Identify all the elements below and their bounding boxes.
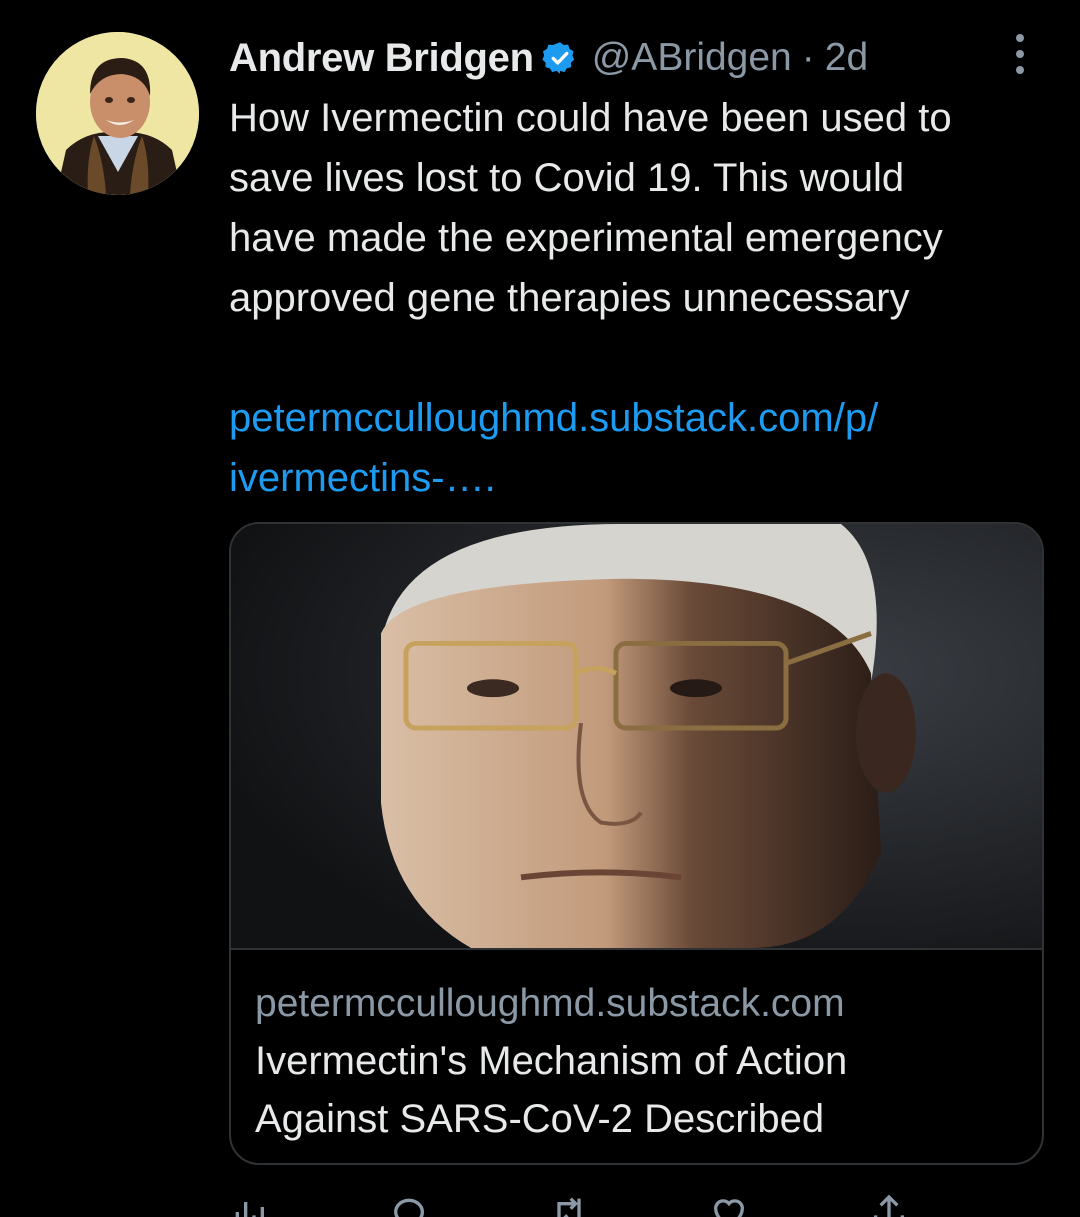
card-meta: petermcculloughmd.substack.com Ivermecti… [255, 976, 1025, 1148]
tweet-text-line: approved gene therapies unnecessary [229, 276, 910, 320]
card-portrait-image [231, 524, 1042, 948]
verified-badge-icon [542, 42, 574, 74]
reply-button[interactable] [389, 1192, 549, 1217]
card-image[interactable] [231, 524, 1042, 950]
retweet-button[interactable] [549, 1192, 709, 1217]
card-domain: petermcculloughmd.substack.com [255, 982, 845, 1025]
more-dot [1016, 34, 1024, 42]
avatar-photo [36, 32, 199, 195]
card-title-line: Against SARS-CoV-2 Described [255, 1097, 825, 1141]
share-icon [874, 1194, 904, 1217]
like-icon [714, 1199, 744, 1217]
avatar[interactable] [36, 32, 199, 195]
tweet-timestamp[interactable]: 2d [825, 36, 868, 80]
more-options-icon[interactable] [1008, 34, 1032, 74]
tweet[interactable]: Andrew Bridgen @ABridgen · 2d How Iverme… [0, 0, 1080, 1217]
card-title-line: Ivermectin's Mechanism of Action [255, 1039, 848, 1083]
author-handle[interactable]: @ABridgen [592, 36, 792, 80]
separator-dot: · [801, 36, 815, 79]
like-button[interactable] [709, 1192, 869, 1217]
author-name[interactable]: Andrew Bridgen [229, 36, 534, 81]
link-preview-card[interactable]: petermcculloughmd.substack.com Ivermecti… [229, 522, 1044, 1165]
share-button[interactable] [869, 1192, 1029, 1217]
tweet-text-line: save lives lost to Covid 19. This would [229, 156, 905, 200]
tweet-link-continued[interactable]: ivermectins-…. [229, 448, 1049, 508]
tweet-text-line: have made the experimental emergency [229, 216, 943, 260]
tweet-actions [229, 1192, 1029, 1217]
reply-icon [393, 1198, 425, 1217]
retweet-icon [557, 1197, 581, 1217]
views-button[interactable] [229, 1192, 389, 1217]
tweet-text: How Ivermectin could have been used to s… [229, 88, 1049, 508]
views-icon [235, 1202, 264, 1217]
more-dot [1016, 50, 1024, 58]
tweet-header: Andrew Bridgen @ABridgen · 2d [229, 30, 868, 86]
tweet-link[interactable]: petermcculloughmd.substack.com/p/ [229, 388, 1049, 448]
more-dot [1016, 66, 1024, 74]
tweet-text-line: How Ivermectin could have been used to [229, 96, 952, 140]
